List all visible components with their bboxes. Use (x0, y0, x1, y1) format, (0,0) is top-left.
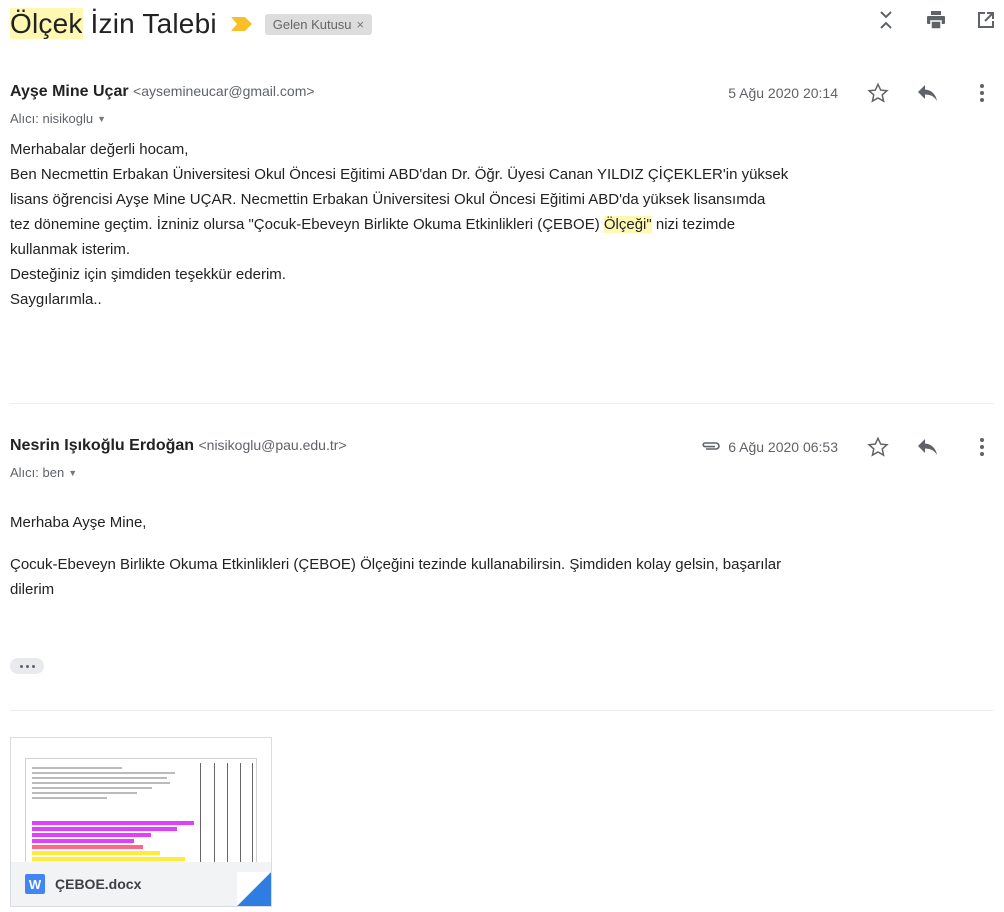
document-thumbnail (25, 758, 257, 870)
importance-marker-icon[interactable] (230, 17, 253, 31)
recipient-text: Alıcı: nisikoglu (10, 111, 94, 126)
message-body: Merhaba Ayşe Mine, Çocuk-Ebeveyn Birlikt… (10, 510, 994, 602)
message-date-text: 5 Ağu 2020 20:14 (728, 85, 838, 101)
paperclip-icon (700, 439, 722, 455)
thumbnail-table (200, 763, 253, 867)
email-subject: Ölçek İzin Talebi (10, 8, 217, 40)
body-line: kullanmak isterim. (10, 241, 131, 258)
print-icon[interactable] (924, 8, 948, 32)
attachment-divider (10, 710, 994, 711)
label-chip-text: Gelen Kutusu (272, 16, 352, 32)
dot (31, 664, 35, 668)
body-line: Çocuk-Ebeveyn Birlikte Okuma Etkinlikler… (10, 556, 782, 573)
message-body: Merhabalar değerli hocam, Ben Necmettin … (10, 137, 994, 312)
open-in-new-window-icon[interactable] (974, 8, 998, 32)
message-date: 5 Ağu 2020 20:14 (728, 85, 838, 101)
more-options-icon[interactable] (970, 81, 994, 105)
message-actions: 6 Ağu 2020 06:53 (700, 435, 994, 459)
expand-all-icon[interactable] (874, 8, 898, 32)
body-text-segment: nizi tezimde (651, 216, 736, 233)
attachment-footer: W ÇEBOE.docx (11, 862, 271, 906)
remove-label-icon[interactable]: × (357, 14, 365, 35)
message-2: Nesrin Işıkoğlu Erdoğan <nisikoglu@pau.e… (10, 435, 994, 602)
thumbnail-text-lines (32, 767, 182, 802)
page-corner-fold (237, 872, 271, 906)
body-line: Desteğiniz için şimdiden teşekkür ederim… (10, 266, 286, 283)
body-highlighted-word: Ölçeği" (603, 216, 652, 233)
message-2-header: Nesrin Işıkoğlu Erdoğan <nisikoglu@pau.e… (10, 435, 994, 463)
show-trimmed-content-button[interactable] (10, 658, 44, 674)
attachment-file-name: ÇEBOE.docx (55, 876, 142, 892)
reply-icon[interactable] (916, 435, 940, 459)
message-1: Ayşe Mine Uçar <aysemineucar@gmail.com> … (10, 81, 994, 312)
star-icon[interactable] (866, 435, 890, 459)
word-document-icon: W (25, 874, 45, 894)
sender-name: Nesrin Işıkoğlu Erdoğan (10, 437, 195, 454)
thread-actions (874, 8, 998, 32)
sender-name: Ayşe Mine Uçar (10, 83, 129, 100)
subject-highlighted-word: Ölçek (10, 8, 83, 39)
message-date-text: 6 Ağu 2020 06:53 (728, 439, 838, 455)
attachment-card[interactable]: W ÇEBOE.docx (10, 737, 272, 907)
sender-email: <aysemineucar@gmail.com> (133, 83, 315, 99)
recipient-toggle[interactable]: Alıcı: ben ▼ (10, 465, 994, 480)
more-options-icon[interactable] (970, 435, 994, 459)
dot (25, 664, 29, 668)
sender-email: <nisikoglu@pau.edu.tr> (198, 437, 347, 453)
recipient-toggle[interactable]: Alıcı: nisikoglu ▼ (10, 111, 994, 126)
body-line: Saygılarımla.. (10, 291, 102, 308)
chevron-down-icon: ▼ (97, 113, 107, 124)
body-line: Merhaba Ayşe Mine, (10, 514, 147, 531)
subject-row: Ölçek İzin Talebi Gelen Kutusu × (10, 4, 373, 44)
label-chip-inbox: Gelen Kutusu × (264, 13, 373, 35)
subject-rest: İzin Talebi (82, 8, 217, 39)
message-1-header: Ayşe Mine Uçar <aysemineucar@gmail.com> … (10, 81, 994, 109)
recipient-text: Alıcı: ben (10, 465, 65, 480)
body-line: Ben Necmettin Erbakan Üniversitesi Okul … (10, 166, 789, 183)
body-line: dilerim (10, 581, 55, 598)
body-line: Merhabalar değerli hocam, (10, 141, 189, 158)
body-line: lisans öğrencisi Ayşe Mine UÇAR. Necmett… (10, 191, 766, 208)
star-icon[interactable] (866, 81, 890, 105)
body-text-segment: tez dönemine geçtim. İzniniz olursa "Çoc… (10, 216, 604, 233)
message-divider (10, 403, 994, 404)
body-line: tez dönemine geçtim. İzniniz olursa "Çoc… (10, 212, 994, 237)
chevron-down-icon: ▼ (68, 467, 78, 478)
message-date: 6 Ağu 2020 06:53 (700, 439, 838, 455)
message-actions: 5 Ağu 2020 20:14 (728, 81, 994, 105)
dot (19, 664, 23, 668)
reply-icon[interactable] (916, 81, 940, 105)
